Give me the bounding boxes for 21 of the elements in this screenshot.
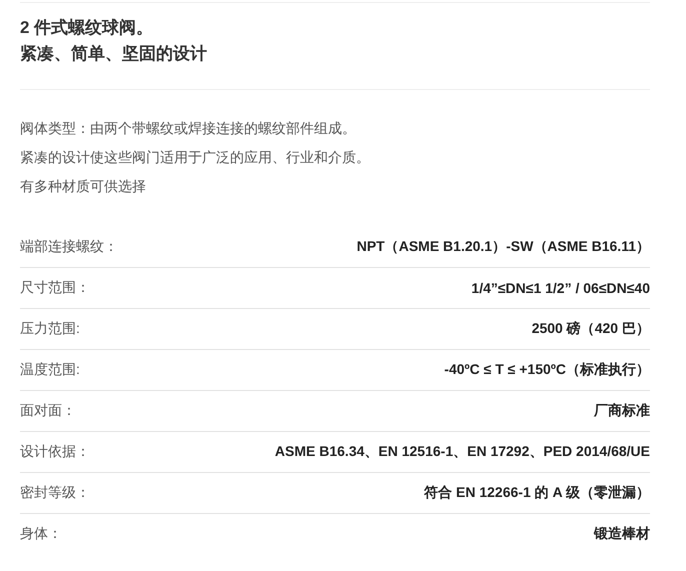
description-text: 阀体类型：由两个带螺纹或焊接连接的螺纹部件组成。 — [20, 119, 357, 138]
heading-text: 2 件式螺纹球阀。 — [20, 17, 154, 39]
spec-value: NPT（ASME B1.20.1）-SW（ASME B16.11） — [356, 238, 650, 256]
spec-value: 1/4”≤DN≤1 1/2” / 06≤DN≤40 — [471, 280, 650, 296]
spec-label: 端部连接螺纹： — [20, 238, 118, 256]
spec-value: ASME B16.34、EN 12516-1、EN 17292、PED 2014/68/UE — [274, 443, 650, 461]
spec-value: 符合 EN 12266-1 的 A 级（零泄漏） — [424, 484, 650, 502]
heading-text: 紧凑、简单、坚固的设计 — [20, 43, 208, 65]
spec-label: 面对面： — [20, 402, 76, 420]
spec-value: 2500 磅（420 巴） — [532, 320, 650, 338]
spec-value: -40ºC ≤ T ≤ +150ºC（标准执行） — [444, 361, 650, 379]
spec-value: 厂商标准 — [594, 402, 650, 420]
spec-label: 温度范围: — [20, 361, 80, 379]
spec-label: 身体： — [20, 525, 62, 543]
description-text: 有多种材质可供选择 — [20, 177, 147, 196]
spec-value: 锻造棒材 — [594, 525, 650, 543]
description-text: 紧凑的设计使这些阀门适用于广泛的应用、行业和介质。 — [20, 148, 371, 167]
spec-label: 设计依据： — [20, 443, 90, 461]
spec-label: 密封等级： — [20, 484, 90, 502]
spec-label: 尺寸范围： — [20, 279, 90, 297]
spec-label: 压力范围: — [20, 320, 80, 338]
